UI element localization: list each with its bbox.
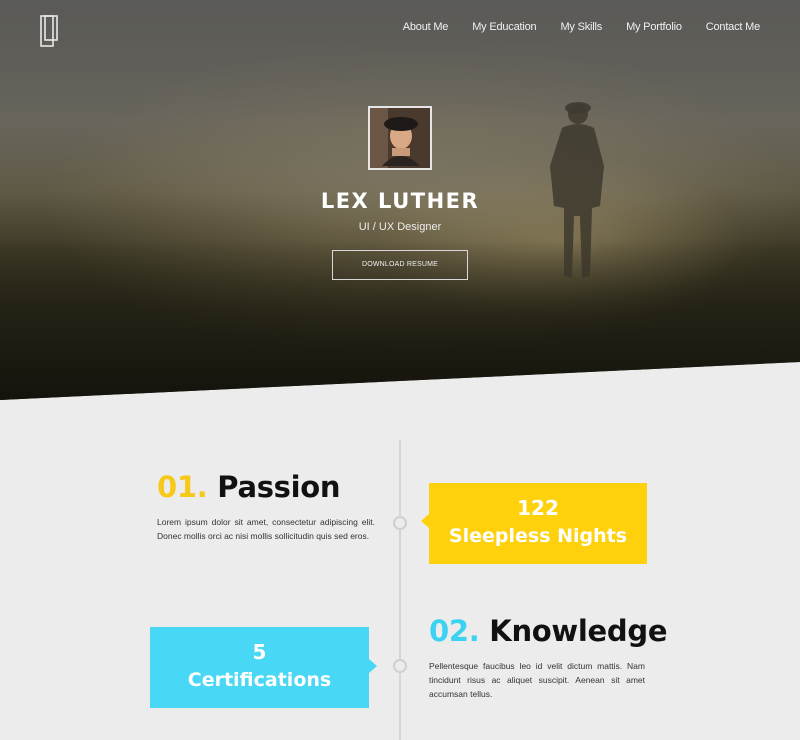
timeline-item-title-1: 01. Passion bbox=[157, 470, 341, 504]
timeline-item-heading-1: Passion bbox=[217, 470, 341, 504]
hero-name: LEX LUTHER bbox=[320, 189, 480, 213]
nav-item-my-education[interactable]: My Education bbox=[472, 21, 536, 33]
stat-label-1: Sleepless Nights bbox=[448, 525, 628, 547]
timeline-item-text-2: Pellentesque faucibus leo id velit dictu… bbox=[429, 661, 645, 699]
nav-item-my-portfolio[interactable]: My Portfolio bbox=[626, 21, 682, 33]
timeline-item-title-2: 02. Knowledge bbox=[429, 614, 668, 648]
timeline-item-number-2: 02. bbox=[429, 614, 480, 648]
timeline-item-heading-2: Knowledge bbox=[489, 614, 668, 648]
timeline-item-text-1: Lorem ipsum dolor sit amet, consectetur … bbox=[157, 517, 375, 541]
stat-box-sleepless-nights: 122 Sleepless Nights bbox=[429, 483, 647, 564]
nav-item-contact-me[interactable]: Contact Me bbox=[706, 21, 760, 33]
avatar-portrait-icon bbox=[370, 108, 430, 168]
timeline-dot-2 bbox=[393, 659, 407, 673]
nav-item-my-skills[interactable]: My Skills bbox=[560, 21, 602, 33]
stat-value-1: 122 bbox=[517, 496, 559, 520]
download-resume-button[interactable]: DOWNLOAD RESUME bbox=[332, 250, 468, 280]
avatar bbox=[368, 106, 432, 170]
main-nav: About Me My Education My Skills My Portf… bbox=[403, 21, 760, 33]
timeline-item-number-1: 01. bbox=[157, 470, 208, 504]
timeline-line bbox=[399, 440, 401, 740]
logo-icon[interactable] bbox=[38, 14, 60, 48]
stat-box-certifications: 5 Certifications bbox=[150, 627, 369, 708]
nav-item-about-me[interactable]: About Me bbox=[403, 21, 449, 33]
hero-role: UI / UX Designer bbox=[358, 221, 442, 233]
stat-box-pointer-2 bbox=[369, 659, 377, 673]
stat-box-pointer-1 bbox=[421, 514, 429, 528]
timeline-dot-1 bbox=[393, 516, 407, 530]
stat-value-2: 5 bbox=[252, 640, 267, 664]
stat-label-2: Certifications bbox=[187, 669, 332, 691]
